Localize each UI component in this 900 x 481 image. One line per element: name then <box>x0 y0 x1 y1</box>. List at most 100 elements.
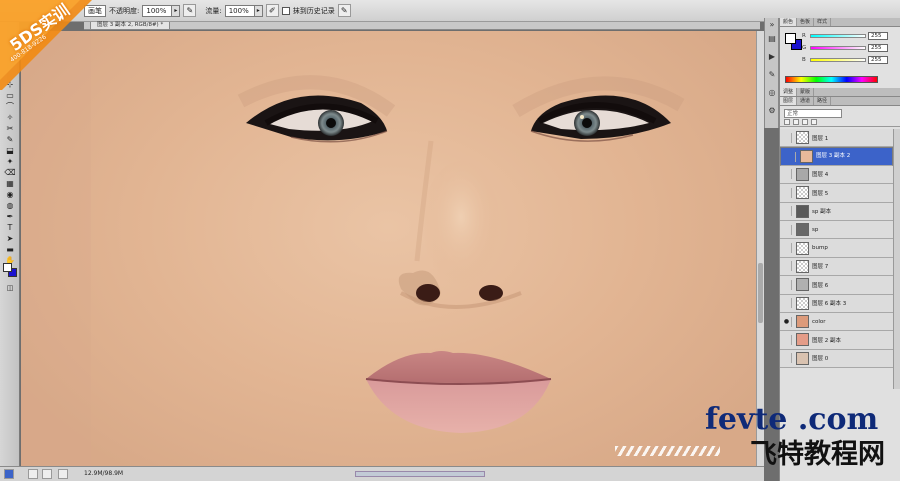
layer-row[interactable]: 图层 5 <box>780 184 893 203</box>
dodge-tool-icon[interactable]: ◍ <box>4 201 16 210</box>
color-panel-foreground-swatch[interactable] <box>785 33 796 44</box>
layer-name: 图层 3 副本 2 <box>816 153 851 160</box>
actions-panel-icon[interactable]: ▶ <box>767 52 777 61</box>
layer-row[interactable]: sp <box>780 220 893 240</box>
visibility-eye-icon[interactable] <box>782 298 792 309</box>
blue-value[interactable]: 255 <box>868 56 888 64</box>
red-slider[interactable] <box>810 34 866 38</box>
tool-presets-panel-icon[interactable]: ⚙ <box>767 106 777 115</box>
history-panel-icon[interactable]: ▤ <box>767 34 777 43</box>
visibility-eye-icon[interactable] <box>782 132 792 143</box>
view-extras-icon[interactable] <box>28 469 38 479</box>
lasso-tool-icon[interactable]: ⌒ <box>4 102 16 111</box>
flow-dropdown-arrow[interactable]: ▸ <box>254 4 263 17</box>
document-canvas[interactable] <box>21 31 756 466</box>
lock-position-icon[interactable] <box>802 119 808 125</box>
tab-layers[interactable]: 图层 <box>780 97 798 105</box>
vertical-scroll-thumb[interactable] <box>758 263 763 323</box>
visibility-eye-icon[interactable] <box>786 151 796 162</box>
brush-tool-icon[interactable]: ✎ <box>4 135 16 144</box>
opacity-input[interactable]: 100% <box>142 4 173 17</box>
lock-transparency-icon[interactable] <box>784 119 790 125</box>
document-tab[interactable]: 图层 3 副本 2, RGB/8#) * <box>90 22 171 30</box>
layer-row[interactable]: 图层 7 <box>780 257 893 277</box>
color-panel-tabs: 颜色 色板 样式 <box>780 18 900 27</box>
layers-scrollbar[interactable] <box>893 129 900 389</box>
zoom-level-icon[interactable] <box>42 469 52 479</box>
layer-row[interactable]: 图层 0 <box>780 349 893 369</box>
layer-thumbnail <box>796 259 809 273</box>
crop-tool-icon[interactable]: ✂ <box>4 124 16 133</box>
tab-adjustments[interactable]: 调整 <box>780 88 798 96</box>
layer-name: bump <box>812 245 828 252</box>
clone-source-panel-icon[interactable]: ◎ <box>767 88 777 97</box>
layer-thumbnail <box>796 278 809 292</box>
layer-options-row: 正常 <box>780 106 900 127</box>
opacity-dropdown-arrow[interactable]: ▸ <box>172 4 181 17</box>
layer-row[interactable]: ● color <box>780 312 893 332</box>
history-brush-tool-icon[interactable]: ✦ <box>4 157 16 166</box>
foreground-color-swatch[interactable] <box>3 263 12 272</box>
tab-swatches[interactable]: 色板 <box>797 18 815 26</box>
shape-tool-icon[interactable]: ▬ <box>4 245 16 254</box>
green-value[interactable]: 255 <box>868 44 888 52</box>
layer-row[interactable]: 图层 6 副本 3 <box>780 294 893 313</box>
layer-row[interactable]: 图层 3 副本 2 <box>780 147 893 166</box>
visibility-eye-icon[interactable] <box>782 243 792 254</box>
layer-row[interactable]: sp 副本 <box>780 202 893 221</box>
visibility-eye-icon[interactable] <box>782 187 792 198</box>
red-value[interactable]: 255 <box>868 32 888 40</box>
blend-mode-select[interactable]: 正常 <box>784 109 842 118</box>
visibility-eye-icon[interactable] <box>782 279 792 290</box>
arrange-documents-icon[interactable] <box>58 469 68 479</box>
brushes-panel-icon[interactable]: ✎ <box>767 70 777 79</box>
canvas-vertical-scrollbar[interactable] <box>756 31 764 466</box>
layer-row[interactable]: 图层 6 <box>780 276 893 295</box>
type-tool-icon[interactable]: T <box>4 223 16 232</box>
visibility-eye-icon[interactable] <box>782 224 792 235</box>
visibility-eye-icon[interactable] <box>782 206 792 217</box>
tab-channels[interactable]: 通道 <box>797 97 815 105</box>
pen-pressure-size-icon[interactable]: ✎ <box>337 4 351 17</box>
quick-mask-icon[interactable]: ◫ <box>4 284 16 293</box>
blur-tool-icon[interactable]: ◉ <box>4 190 16 199</box>
blue-slider[interactable] <box>810 58 866 62</box>
layer-name: 图层 2 副本 <box>812 337 841 344</box>
airbrush-icon[interactable]: ✐ <box>265 4 279 17</box>
layer-row[interactable]: bump <box>780 239 893 258</box>
visibility-eye-icon[interactable] <box>782 169 792 180</box>
move-tool-icon[interactable]: ⊹ <box>4 80 16 89</box>
lock-pixels-icon[interactable] <box>793 119 799 125</box>
blue-label: B <box>802 57 806 63</box>
horizontal-scroll-thumb[interactable] <box>355 471 485 477</box>
flow-input[interactable]: 100% <box>224 4 255 17</box>
tab-paths[interactable]: 路径 <box>814 97 832 105</box>
stamp-tool-icon[interactable]: ⬓ <box>4 146 16 155</box>
erase-history-checkbox[interactable] <box>281 6 290 15</box>
color-spectrum-bar[interactable] <box>785 76 878 83</box>
visibility-eye-icon[interactable] <box>782 353 792 364</box>
screen-mode-icon[interactable] <box>4 469 14 479</box>
visibility-eye-icon[interactable] <box>782 334 792 345</box>
gradient-tool-icon[interactable]: ▦ <box>4 179 16 188</box>
lock-all-icon[interactable] <box>811 119 817 125</box>
expand-panels-icon[interactable]: » <box>767 20 777 29</box>
pen-tool-icon[interactable]: ✒ <box>4 212 16 221</box>
tab-color[interactable]: 颜色 <box>780 18 798 26</box>
layer-row[interactable]: 图层 2 副本 <box>780 331 893 350</box>
green-slider[interactable] <box>810 46 866 50</box>
path-select-tool-icon[interactable]: ➤ <box>4 234 16 243</box>
layer-row[interactable]: 图层 4 <box>780 165 893 185</box>
visibility-eye-icon[interactable] <box>782 261 792 272</box>
marquee-tool-icon[interactable]: ▭ <box>4 91 16 100</box>
brush-mode-select[interactable]: 画笔 <box>84 4 106 17</box>
layer-row[interactable]: 图层 1 <box>780 129 893 148</box>
magic-wand-tool-icon[interactable]: ✧ <box>4 113 16 122</box>
tab-masks[interactable]: 蒙版 <box>797 88 815 96</box>
watermark-site-cn-text: 飞特教程网 <box>750 439 885 470</box>
visibility-eye-icon[interactable]: ● <box>782 316 792 327</box>
layer-thumbnail <box>796 223 809 237</box>
tab-styles[interactable]: 样式 <box>814 18 832 26</box>
eraser-tool-icon[interactable]: ⌫ <box>4 168 16 177</box>
pen-pressure-opacity-icon[interactable]: ✎ <box>183 4 197 17</box>
